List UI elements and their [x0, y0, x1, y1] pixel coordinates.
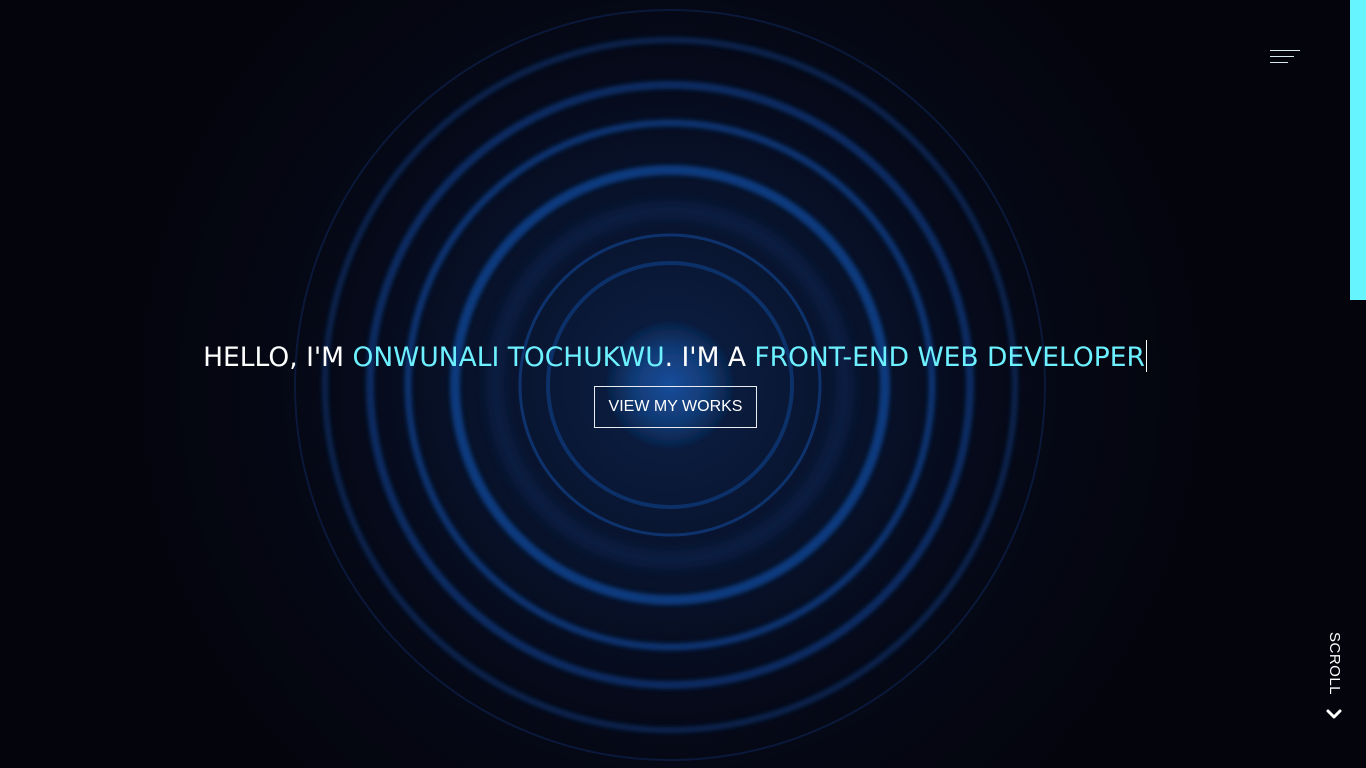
hamburger-menu-icon	[1270, 50, 1300, 51]
hamburger-menu-icon-bar	[1270, 62, 1288, 63]
view-my-works-button[interactable]: VIEW MY WORKS	[594, 386, 757, 428]
typing-cursor	[1145, 340, 1147, 372]
scroll-label: SCROLL	[1326, 632, 1343, 696]
scroll-progress-bar	[1350, 0, 1366, 300]
hero-section: HELLO, I'M ONWUNALI TOCHUKWU. I'M A FRON…	[0, 0, 1366, 768]
scroll-down-indicator[interactable]: SCROLL	[1320, 630, 1350, 725]
headline-name: ONWUNALI TOCHUKWU	[352, 342, 665, 373]
headline-role: FRONT-END WEB DEVELOPER	[754, 342, 1145, 373]
headline-middle: . I'M A	[664, 342, 755, 373]
hamburger-menu-icon-bar	[1270, 56, 1294, 57]
headline-greeting: HELLO, I'M	[203, 342, 353, 373]
concentric-rings-background	[290, 5, 1050, 765]
chevron-down-icon	[1326, 709, 1342, 719]
menu-toggle-button[interactable]	[1268, 47, 1302, 67]
hero-headline: HELLO, I'M ONWUNALI TOCHUKWU. I'M A FRON…	[0, 338, 1350, 378]
